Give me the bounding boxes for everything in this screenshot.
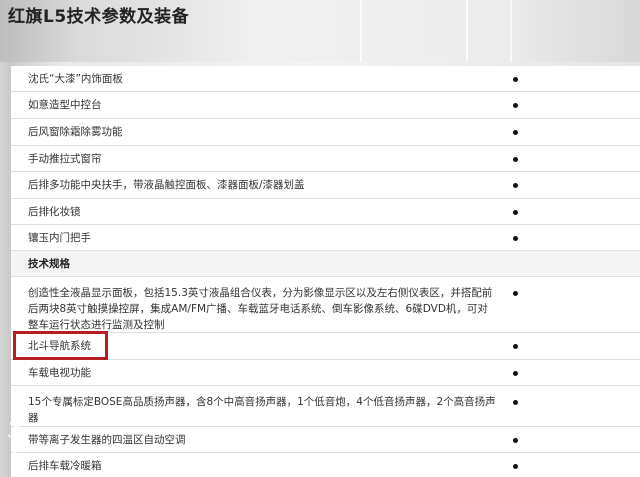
page-title: 红旗L5技术参数及装备 bbox=[8, 7, 190, 27]
bullet-icon bbox=[513, 130, 518, 135]
row-label: 后排多功能中央扶手，带液晶触控面板、漆器面板/漆器划盖 bbox=[28, 179, 305, 191]
table-row: 后排车载冷暖箱 bbox=[11, 453, 640, 477]
bullet-icon bbox=[513, 291, 518, 296]
table-row: 带等离子发生器的四温区自动空调 bbox=[11, 427, 640, 453]
bullet-icon bbox=[513, 183, 518, 188]
table-row: 沈氏“大漆”内饰面板 bbox=[11, 66, 640, 92]
table-row: 如意造型中控台 bbox=[11, 92, 640, 119]
table-row: 后排多功能中央扶手，带液晶触控面板、漆器面板/漆器划盖 bbox=[11, 172, 640, 199]
table-row: 镶玉内门把手 bbox=[11, 225, 640, 251]
table-row: 后风窗除霜除雾功能 bbox=[11, 119, 640, 146]
bullet-icon bbox=[513, 437, 518, 443]
bullet-icon bbox=[513, 400, 518, 405]
table-row: 15个专属标定BOSE高品质扬声器，含8个中高音扬声器，1个低音炮，4个低音扬声… bbox=[11, 386, 640, 427]
background-stripe bbox=[510, 0, 512, 62]
table-row: 后排化妆镜 bbox=[11, 199, 640, 225]
bullet-icon bbox=[513, 156, 518, 162]
row-label: 后排化妆镜 bbox=[28, 205, 81, 218]
table-row: 创造性全液晶显示面板，包括15.3英寸液晶组合仪表，分为影像显示区以及左右侧仪表… bbox=[11, 277, 640, 333]
table-row: 手动推拉式窗帘 bbox=[11, 146, 640, 172]
table-row: 车载电视功能 bbox=[11, 360, 640, 386]
background-stripe bbox=[466, 0, 468, 62]
spec-table: 沈氏“大漆”内饰面板 如意造型中控台 后风窗除霜除雾功能 手动推拉式窗帘 后排多… bbox=[11, 66, 640, 477]
bullet-icon bbox=[513, 344, 518, 349]
bullet-icon bbox=[513, 103, 518, 108]
row-label: 带等离子发生器的四温区自动空调 bbox=[28, 433, 186, 446]
section-header-row: 技术规格 bbox=[11, 251, 640, 277]
bullet-icon bbox=[513, 235, 518, 241]
row-label: 15个专属标定BOSE高品质扬声器，含8个中高音扬声器，1个低音炮，4个低音扬声… bbox=[28, 396, 496, 424]
row-label: 车载电视功能 bbox=[28, 366, 91, 379]
row-label: 手动推拉式窗帘 bbox=[28, 152, 102, 165]
row-label: 后排车载冷暖箱 bbox=[28, 459, 102, 472]
bullet-icon bbox=[513, 209, 518, 215]
bullet-icon bbox=[513, 370, 518, 376]
highlight-box bbox=[13, 331, 108, 360]
row-label: 如意造型中控台 bbox=[28, 99, 102, 111]
section-title: 技术规格 bbox=[28, 257, 70, 270]
bullet-icon bbox=[513, 463, 518, 469]
row-label: 镶玉内门把手 bbox=[28, 231, 91, 244]
row-label: 后风窗除霜除雾功能 bbox=[28, 126, 123, 138]
watermark-logo-icon bbox=[7, 421, 27, 469]
row-label: 创造性全液晶显示面板，包括15.3英寸液晶组合仪表，分为影像显示区以及左右侧仪表… bbox=[28, 287, 493, 331]
background-stripe bbox=[360, 0, 362, 62]
bullet-icon bbox=[513, 76, 518, 82]
row-label: 沈氏“大漆”内饰面板 bbox=[28, 72, 123, 85]
